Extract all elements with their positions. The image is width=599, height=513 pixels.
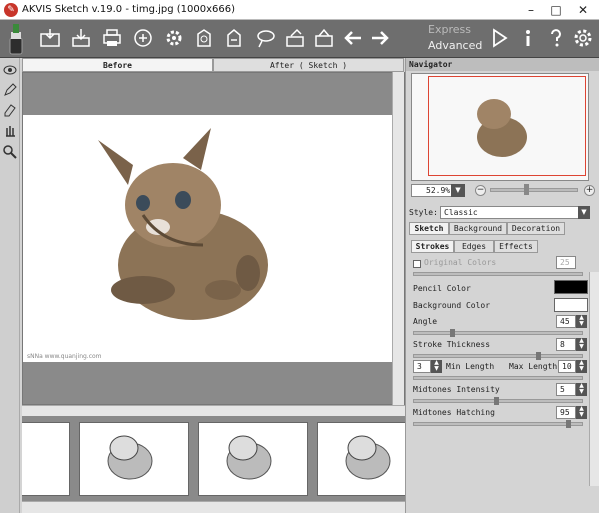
pencil-color-label: Pencil Color <box>413 284 471 293</box>
help-icon[interactable] <box>544 26 568 50</box>
midtones-hatching-value[interactable]: 95 <box>556 406 576 419</box>
tab-sketch[interactable]: Sketch <box>409 222 449 235</box>
midtones-intensity-slider-thumb[interactable] <box>494 397 499 405</box>
stroke-thickness-label: Stroke Thickness <box>413 340 491 349</box>
mode-advanced[interactable]: Advanced <box>428 39 482 52</box>
hand-icon[interactable] <box>2 122 18 138</box>
stroke-thickness-slider[interactable] <box>413 354 583 358</box>
upload-icon[interactable] <box>283 26 307 50</box>
max-length-label: Max Length <box>509 362 558 371</box>
settings-panel: Navigator 52.9% ▼ − + Style: Classic ▼ S… <box>405 58 599 513</box>
save-icon[interactable] <box>69 26 93 50</box>
min-length-value[interactable]: 3 <box>413 360 431 373</box>
stroke-thickness-spinner-icon[interactable]: ▲ ▼ <box>576 338 587 351</box>
style-select[interactable]: Classic <box>440 206 580 219</box>
open-image-icon[interactable] <box>38 26 62 50</box>
background-color-label: Background Color <box>413 301 491 310</box>
original-colors-value[interactable]: 25 <box>556 256 576 269</box>
background-color-swatch[interactable] <box>554 298 588 312</box>
midtones-hatching-label: Midtones Hatching <box>413 408 495 417</box>
midtones-hatching-slider-thumb[interactable] <box>566 420 571 428</box>
filmstrip-scrollbar[interactable] <box>22 501 405 513</box>
navigator-title: Navigator <box>409 60 453 69</box>
navigator-preview[interactable] <box>411 73 589 181</box>
brush-logo-icon <box>9 24 23 55</box>
eraser-icon[interactable] <box>2 102 18 118</box>
pencil-color-swatch[interactable] <box>554 280 588 294</box>
eye-icon[interactable] <box>2 62 18 78</box>
photo-watermark: sNNa www.quanjing.com <box>27 353 102 360</box>
zoom-slider-thumb[interactable] <box>524 184 529 195</box>
original-colors-checkbox[interactable] <box>413 260 421 268</box>
style-dropdown-icon[interactable]: ▼ <box>578 206 590 219</box>
zoom-out-button[interactable]: − <box>475 185 486 196</box>
midtones-hatching-slider[interactable] <box>413 422 583 426</box>
info-icon[interactable] <box>516 26 540 50</box>
angle-spinner-icon[interactable]: ▲ ▼ <box>576 315 587 328</box>
minimize-button[interactable]: – <box>520 1 542 19</box>
filmstrip <box>22 416 405 501</box>
stroke-thickness-value[interactable]: 8 <box>556 338 576 351</box>
akvis-app-icon: ✎ <box>4 3 18 17</box>
left-tool-strip <box>0 58 20 513</box>
midtones-intensity-spinner-icon[interactable]: ▲ ▼ <box>576 383 587 396</box>
max-length-spinner-icon[interactable]: ▲ ▼ <box>576 360 587 373</box>
navigator-header: Navigator <box>406 58 599 71</box>
kitten-photo: sNNa www.quanjing.com <box>23 115 394 362</box>
angle-slider-thumb[interactable] <box>450 329 455 337</box>
pencil-icon[interactable] <box>2 82 18 98</box>
angle-label: Angle <box>413 317 438 326</box>
share-icon[interactable] <box>131 26 155 50</box>
run-icon[interactable] <box>487 26 511 50</box>
min-length-label: Min Length <box>446 362 495 371</box>
print-icon[interactable] <box>100 26 124 50</box>
zoom-dropdown-icon[interactable]: ▼ <box>451 184 465 197</box>
tab-decoration[interactable]: Decoration <box>507 222 565 235</box>
settings-gear-icon[interactable] <box>162 26 186 50</box>
max-length-value[interactable]: 10 <box>558 360 576 373</box>
angle-slider[interactable] <box>413 331 583 335</box>
tab-effects[interactable]: Effects <box>494 240 538 253</box>
title-bar: ✎ AKVIS Sketch v.19.0 - timg.jpg (1000x6… <box>0 0 599 20</box>
midtones-intensity-label: Midtones Intensity <box>413 385 500 394</box>
length-range-slider[interactable] <box>413 376 583 380</box>
mode-express[interactable]: Express <box>428 23 471 36</box>
style-label: Style: <box>409 208 438 217</box>
horizontal-scrollbar[interactable] <box>22 405 405 416</box>
thumbnail[interactable] <box>198 422 308 496</box>
original-colors-slider[interactable] <box>413 272 583 276</box>
undo-icon[interactable] <box>341 26 365 50</box>
midtones-hatching-spinner-icon[interactable]: ▲ ▼ <box>576 406 587 419</box>
zoom-in-button[interactable]: + <box>584 185 595 196</box>
original-colors-label: Original Colors <box>424 258 497 267</box>
presets-icon[interactable] <box>254 26 278 50</box>
settings-scrollbar[interactable] <box>589 272 599 486</box>
tab-before[interactable]: Before <box>22 58 213 72</box>
window-title: AKVIS Sketch v.19.0 - timg.jpg (1000x666… <box>22 4 236 15</box>
thumbnail[interactable] <box>317 422 405 496</box>
maximize-button[interactable]: □ <box>545 1 567 19</box>
preferences-icon[interactable] <box>571 26 595 50</box>
stroke-thickness-slider-thumb[interactable] <box>536 352 541 360</box>
tab-background[interactable]: Background <box>449 222 507 235</box>
close-button[interactable]: ✕ <box>572 1 594 19</box>
image-canvas[interactable]: sNNa www.quanjing.com <box>22 72 405 405</box>
vertical-scrollbar[interactable] <box>392 72 404 405</box>
min-length-spinner-icon[interactable]: ▲ ▼ <box>431 360 442 373</box>
midtones-intensity-value[interactable]: 5 <box>556 383 576 396</box>
toolbar: Express Advanced <box>0 20 599 58</box>
tab-edges[interactable]: Edges <box>454 240 494 253</box>
export-icon[interactable] <box>312 26 336 50</box>
thumbnail[interactable] <box>79 422 189 496</box>
tab-after[interactable]: After ( Sketch ) <box>213 58 404 72</box>
angle-value[interactable]: 45 <box>556 315 576 328</box>
tab-strokes[interactable]: Strokes <box>411 240 454 253</box>
plugin-icon[interactable] <box>222 26 246 50</box>
batch-icon[interactable] <box>192 26 216 50</box>
thumbnail[interactable] <box>22 422 70 496</box>
zoom-slider[interactable] <box>490 188 578 192</box>
zoom-icon[interactable] <box>2 144 18 160</box>
redo-icon[interactable] <box>368 26 392 50</box>
